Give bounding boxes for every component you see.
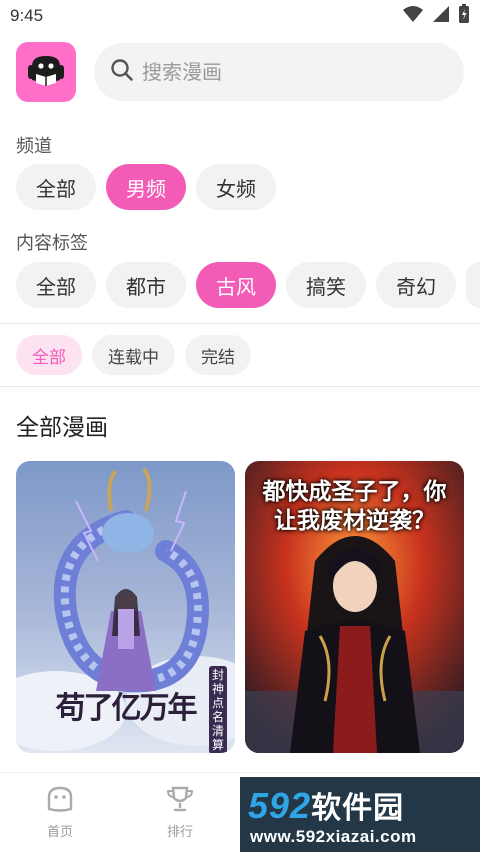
divider <box>0 323 480 324</box>
header <box>0 42 480 102</box>
channel-chip-female[interactable]: 女频 <box>196 164 276 210</box>
status-bar: 9:45 <box>0 0 480 32</box>
battery-icon <box>458 4 470 28</box>
search-icon <box>110 58 134 86</box>
comic-cover-title: 苟了亿万年 <box>55 691 198 726</box>
nav-home[interactable]: 首页 <box>30 785 90 840</box>
signal-icon <box>432 5 450 27</box>
tag-chip-overflow[interactable] <box>466 262 480 308</box>
tag-chips: 全部 都市 古风 搞笑 奇幻 <box>16 262 480 308</box>
nav-home-label: 首页 <box>46 825 73 840</box>
channel-chips: 全部 男频 女频 <box>16 164 276 210</box>
watermark-brand: 592软件园 <box>248 783 404 827</box>
comic-cover-subtitle: 封神点名清算 <box>209 666 227 753</box>
status-chip-all[interactable]: 全部 <box>16 335 82 375</box>
channel-label: 频道 <box>16 136 52 157</box>
tag-chip-comedy[interactable]: 搞笑 <box>286 262 366 308</box>
divider <box>0 386 480 387</box>
watermark-brand-number: 592 <box>248 785 312 826</box>
tag-chip-fantasy[interactable]: 奇幻 <box>376 262 456 308</box>
tags-label: 内容标签 <box>16 233 88 254</box>
status-chip-ongoing[interactable]: 连载中 <box>92 335 175 375</box>
comic-card[interactable]: 苟了亿万年 封神点名清算 <box>16 461 235 753</box>
status-filter-chips: 全部 连载中 完结 <box>16 335 251 375</box>
watermark-url: www.592xiazai.com <box>250 827 417 846</box>
home-icon <box>45 785 75 817</box>
trophy-icon <box>165 785 195 817</box>
watermark-brand-text: 软件园 <box>311 791 405 826</box>
channel-chip-male[interactable]: 男频 <box>106 164 186 210</box>
search-bar[interactable] <box>94 43 464 101</box>
tag-chip-ancient[interactable]: 古风 <box>196 262 276 308</box>
search-input[interactable] <box>142 60 422 84</box>
app-logo[interactable] <box>16 42 76 102</box>
nav-ranking-label: 排行 <box>166 825 193 840</box>
watermark-logo: 592软件园 www.592xiazai.com <box>240 777 480 852</box>
status-time: 9:45 <box>10 6 44 25</box>
status-icons <box>402 4 470 28</box>
tag-chip-all[interactable]: 全部 <box>16 262 96 308</box>
nav-ranking[interactable]: 排行 <box>150 785 210 840</box>
reader-mascot-icon <box>24 50 68 94</box>
comic-list-title: 全部漫画 <box>16 415 108 441</box>
status-chip-finished[interactable]: 完结 <box>185 335 251 375</box>
comic-cover-title: 都快成圣子了，你让我废材逆袭？ <box>262 478 447 534</box>
comic-card[interactable]: 都快成圣子了，你让我废材逆袭？ <box>245 461 464 753</box>
tag-chip-urban[interactable]: 都市 <box>106 262 186 308</box>
wifi-icon <box>402 5 424 27</box>
channel-chip-all[interactable]: 全部 <box>16 164 96 210</box>
